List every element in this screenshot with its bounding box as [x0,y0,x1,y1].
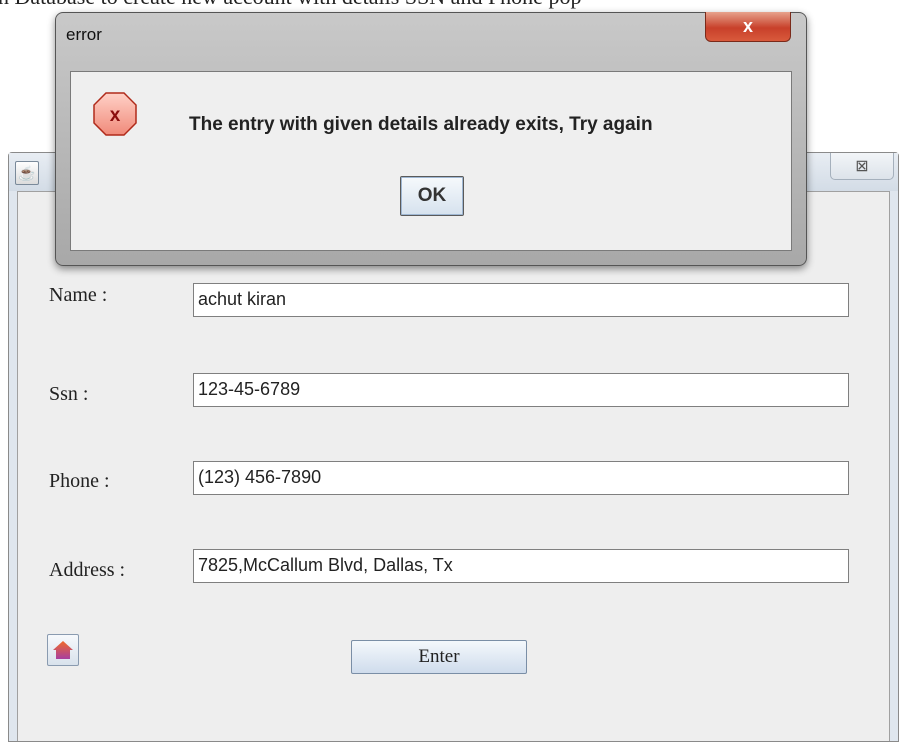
background-text: n Database to create new account with de… [0,0,581,10]
ssn-input[interactable]: 123-45-6789 [193,373,849,407]
address-input[interactable]: 7825,McCallum Blvd, Dallas, Tx [193,549,849,583]
name-input[interactable]: achut kiran [193,283,849,317]
address-label: Address : [49,559,126,581]
name-label: Name : [49,284,108,306]
close-icon: x [742,16,753,36]
ssn-label: Ssn : [49,383,89,405]
home-button[interactable] [47,634,79,666]
dialog-title: error [66,25,102,44]
dialog-close-button[interactable]: x [705,12,791,42]
dialog-body: x The entry with given details already e… [70,71,792,251]
ok-button[interactable]: OK [400,176,464,216]
enter-button[interactable]: Enter [351,640,527,674]
phone-input[interactable]: (123) 456-7890 [193,461,849,495]
close-icon: ⊠ [855,158,869,175]
home-icon [53,641,73,659]
svg-text:x: x [110,105,121,126]
error-dialog: error x x The entry with given details a… [55,12,807,266]
error-icon: x [93,92,137,136]
java-app-icon: ☕ [15,161,39,185]
main-close-button[interactable]: ⊠ [830,153,894,180]
phone-label: Phone : [49,470,110,492]
dialog-message: The entry with given details already exi… [189,114,653,135]
